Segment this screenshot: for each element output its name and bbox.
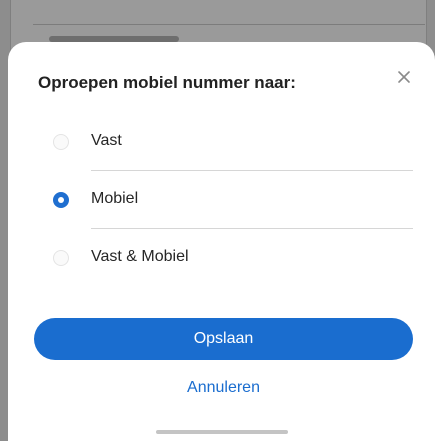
radio-button-vast-en-mobiel[interactable] bbox=[53, 250, 69, 266]
save-button[interactable]: Opslaan bbox=[34, 318, 413, 360]
dialog-title: Oproepen mobiel nummer naar: bbox=[38, 73, 296, 92]
home-indicator[interactable] bbox=[156, 430, 288, 434]
radio-button-mobiel[interactable] bbox=[53, 192, 69, 208]
close-icon bbox=[398, 71, 410, 83]
background-divider bbox=[33, 24, 425, 25]
bottom-sheet-dialog: Oproepen mobiel nummer naar: Vast Mobiel… bbox=[8, 42, 435, 441]
close-button[interactable] bbox=[391, 64, 417, 90]
option-label: Vast & Mobiel bbox=[91, 248, 189, 265]
option-label: Vast bbox=[91, 132, 122, 149]
radio-button-vast[interactable] bbox=[53, 134, 69, 150]
option-mobiel[interactable]: Mobiel bbox=[8, 171, 435, 229]
cancel-button[interactable]: Annuleren bbox=[34, 379, 413, 397]
option-vast[interactable]: Vast bbox=[8, 113, 435, 171]
option-vast-en-mobiel[interactable]: Vast & Mobiel bbox=[8, 229, 435, 287]
option-label: Mobiel bbox=[91, 190, 139, 207]
